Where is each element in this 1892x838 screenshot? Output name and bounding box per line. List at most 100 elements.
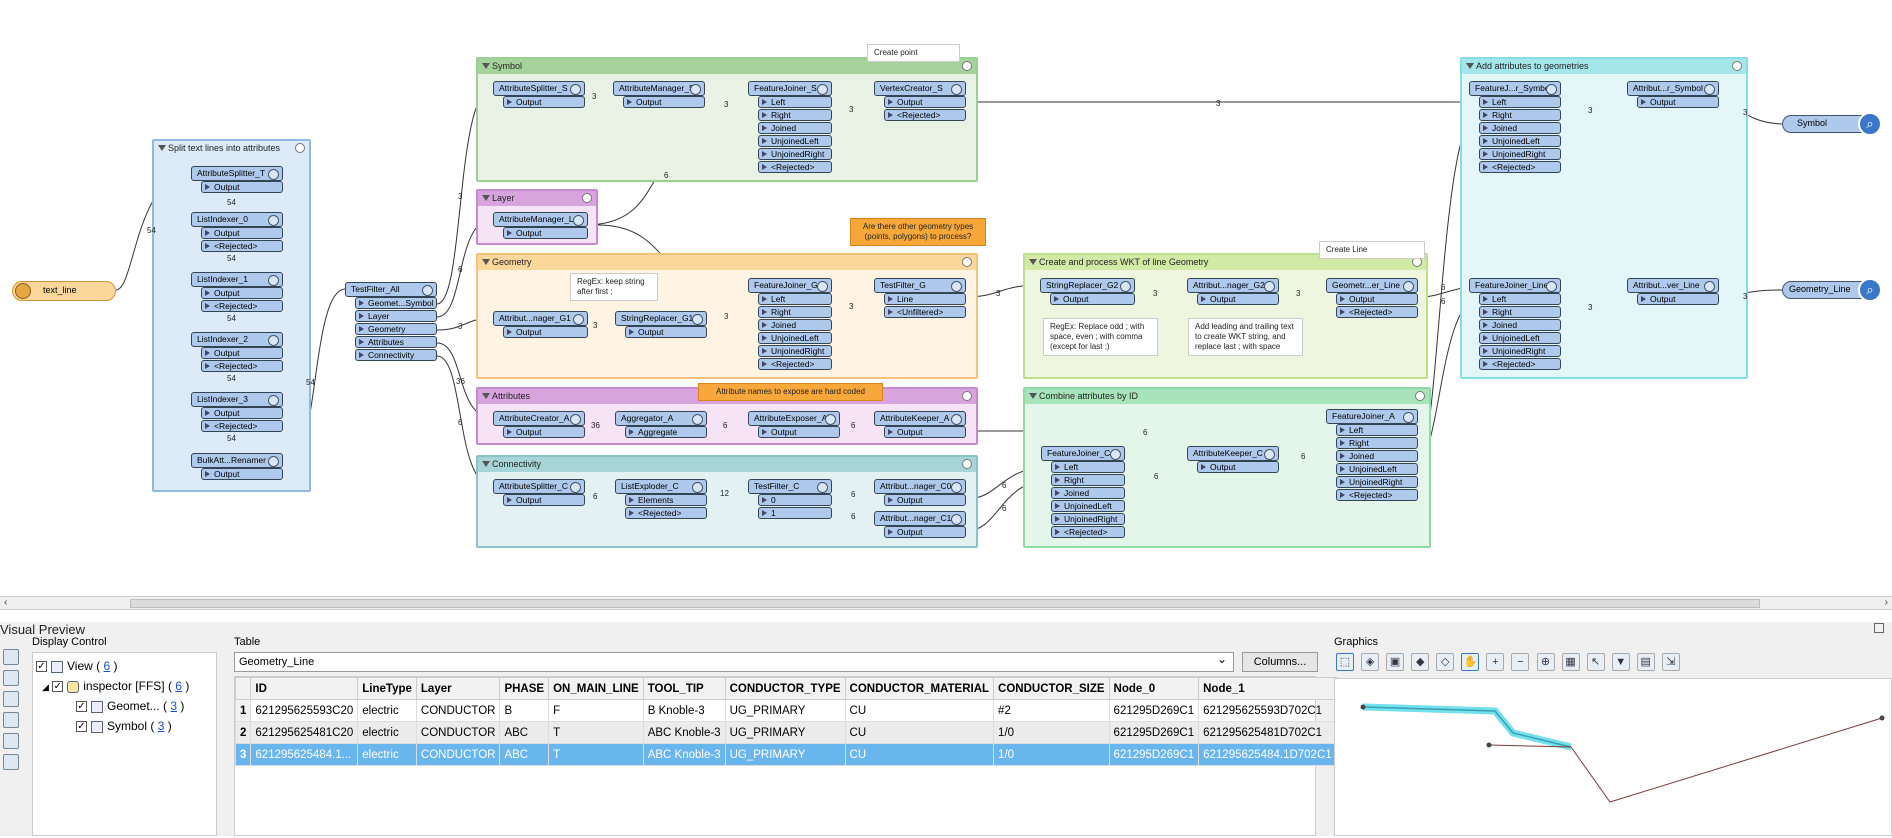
table-cell[interactable]: 621295D269C1: [1108, 699, 1200, 722]
transformer-stringreplacer-g2[interactable]: StringReplacer_G2 Output: [1040, 278, 1135, 306]
transformer-testfilter-all[interactable]: TestFilter_All Geomet...Symbol Layer Geo…: [345, 282, 437, 362]
table-cell[interactable]: 1/0: [993, 743, 1110, 766]
column-header[interactable]: Node_1: [1198, 677, 1337, 700]
column-header[interactable]: LineType: [357, 677, 417, 700]
transformer-attributemanager-c1[interactable]: Attribut...nager_C1 Output: [874, 511, 966, 539]
table-cell[interactable]: CU: [844, 743, 995, 766]
table-cell[interactable]: B Knoble-3: [642, 699, 726, 722]
reader-text-line[interactable]: text_line: [12, 281, 116, 301]
tree-item-inspector[interactable]: ◢ ✓ inspector [FFS] ( 6 ): [36, 676, 213, 696]
transformer-attributemanager-g2[interactable]: Attribut...nager_G2 Output: [1187, 278, 1279, 306]
checkbox[interactable]: ✓: [36, 661, 47, 673]
line-feature-highlight[interactable]: [1362, 703, 1572, 751]
graphics-view[interactable]: [1334, 678, 1892, 836]
table-cell[interactable]: CONDUCTOR: [415, 699, 501, 722]
note-other-geometry[interactable]: Are there other geometry types (points, …: [850, 218, 986, 246]
line-feature-3[interactable]: [1570, 717, 1883, 803]
transformer-listexploder-c[interactable]: ListExploder_C Elements <Rejected>: [615, 479, 707, 520]
column-header[interactable]: PHASE: [499, 677, 550, 700]
tree-item-view[interactable]: ✓ View ( 6 ): [36, 656, 213, 676]
transformer-listindexer-1[interactable]: ListIndexer_1 Output <Rejected>: [191, 272, 283, 313]
table-cell[interactable]: CONDUCTOR: [415, 721, 501, 744]
tree-item-symbol[interactable]: ✓ Symbol ( 3 ): [36, 716, 213, 736]
note-regex-keep[interactable]: RegEx: keep string after first ;: [570, 273, 658, 301]
checkbox[interactable]: ✓: [76, 701, 87, 713]
transformer-attributesplitter-t[interactable]: AttributeSplitter_T Output: [191, 166, 283, 194]
note-regex-replace[interactable]: RegEx: Replace odd ; with space, even ; …: [1043, 318, 1158, 356]
transformer-listindexer-0[interactable]: ListIndexer_0 Output <Rejected>: [191, 212, 283, 253]
canvas-horizontal-scrollbar[interactable]: ‹ ›: [0, 596, 1892, 610]
transformer-featurejoiner-g[interactable]: FeatureJoiner_G Left Right Joined Unjoin…: [748, 278, 832, 371]
transformer-featurejoiner-s[interactable]: FeatureJoiner_S Left Right Joined Unjoin…: [748, 81, 832, 174]
table-cell[interactable]: B: [499, 699, 550, 722]
collapse-icon[interactable]: ◢: [42, 682, 49, 692]
gear-icon[interactable]: [962, 61, 972, 71]
table-cell[interactable]: CONDUCTOR: [415, 743, 501, 766]
gear-icon[interactable]: [962, 459, 972, 469]
transformer-attributemanager-symbol[interactable]: Attribut...r_Symbol Output: [1627, 81, 1719, 109]
table-cell[interactable]: UG_PRIMARY: [724, 699, 846, 722]
table-cell[interactable]: ABC Knoble-3: [642, 743, 726, 766]
map-view-icon[interactable]: [3, 712, 19, 728]
table-view-icon[interactable]: [3, 670, 19, 686]
scroll-thumb[interactable]: [130, 599, 1760, 608]
transformer-vertexcreator-s[interactable]: VertexCreator_S Output <Rejected>: [874, 81, 966, 122]
transformer-listindexer-2[interactable]: ListIndexer_2 Output <Rejected>: [191, 332, 283, 373]
transformer-attributemanager-s[interactable]: AttributeManager_S Output: [613, 81, 705, 109]
inspect-icon[interactable]: ⌕: [1858, 112, 1882, 136]
table-cell[interactable]: ABC: [499, 721, 550, 744]
table-cell[interactable]: UG_PRIMARY: [724, 743, 846, 766]
table-cell[interactable]: ABC Knoble-3: [642, 721, 726, 744]
table-row[interactable]: 2 621295625481C20 electric CONDUCTOR ABC T ABC…: [234, 721, 1337, 744]
gear-icon[interactable]: [582, 193, 592, 203]
note-create-point[interactable]: Create point: [867, 44, 960, 62]
table-row[interactable]: 1 621295625593C20 electric CONDUCTOR B F B Kno…: [234, 699, 1337, 722]
transformer-testfilter-g[interactable]: TestFilter_G Line <Unfiltered>: [874, 278, 966, 319]
transformer-attributesplitter-c[interactable]: AttributeSplitter_C Output: [493, 479, 585, 507]
table-cell[interactable]: F: [548, 699, 644, 722]
gear-icon[interactable]: [962, 391, 972, 401]
column-header[interactable]: ON_MAIN_LINE: [548, 677, 644, 700]
filter-icon[interactable]: ▼: [1611, 653, 1630, 671]
gear-icon[interactable]: [1732, 61, 1742, 71]
inspect-tool-icon[interactable]: [3, 649, 19, 665]
select-arrow-icon[interactable]: ↖: [1586, 653, 1605, 671]
zoom-extent-icon[interactable]: ⊕: [1536, 653, 1555, 671]
gear-icon[interactable]: [295, 143, 305, 153]
checkbox[interactable]: ✓: [76, 721, 87, 733]
table-selector[interactable]: Geometry_Line: [234, 650, 1234, 672]
table-cell[interactable]: T: [548, 743, 644, 766]
writer-geometry-line[interactable]: Geometry_Line ⌕: [1782, 278, 1882, 302]
point-feature[interactable]: [1360, 704, 1366, 710]
data-table[interactable]: ID LineType Layer PHASE ON_MAIN_LINE TOOL_TIP…: [234, 676, 1337, 836]
table-row[interactable]: 3 621295625484.1... electric CONDUCTOR ABC T A…: [234, 743, 1337, 766]
undock-icon[interactable]: [1874, 623, 1884, 633]
checkbox[interactable]: ✓: [52, 681, 64, 693]
column-header[interactable]: Layer: [415, 677, 501, 700]
column-header[interactable]: CONDUCTOR_TYPE: [724, 677, 846, 700]
transformer-aggregator-a[interactable]: Aggregator_A Aggregate: [615, 411, 707, 439]
gear-icon[interactable]: [1415, 391, 1425, 401]
inspect-icon[interactable]: ⌕: [1858, 278, 1882, 302]
table-cell[interactable]: electric: [357, 699, 417, 722]
table-cell[interactable]: 621295625481D702C1: [1198, 721, 1337, 744]
measure-icon[interactable]: ◆: [1411, 653, 1430, 671]
table-cell[interactable]: #2: [993, 699, 1110, 722]
transformer-attributemanager-line[interactable]: Attribut...ver_Line Output: [1627, 278, 1719, 306]
transformer-featurejoiner-c[interactable]: FeatureJoiner_C Left Right Joined Unjoin…: [1041, 446, 1125, 539]
table-cell[interactable]: 621295D269C1: [1108, 743, 1200, 766]
row-number[interactable]: 1: [234, 699, 252, 722]
transformer-attributekeeper-c[interactable]: AttributeKeeper_C Output: [1187, 446, 1279, 474]
transformer-attributemanager-c0[interactable]: Attribut...nager_C0 Output: [874, 479, 966, 507]
table-cell[interactable]: CU: [844, 721, 995, 744]
writer-symbol[interactable]: Symbol ⌕: [1782, 112, 1882, 136]
tree-item-geometry[interactable]: ✓ Geomet... ( 3 ): [36, 696, 213, 716]
grid-view-icon[interactable]: [3, 691, 19, 707]
transformer-listindexer-3[interactable]: ListIndexer_3 Output <Rejected>: [191, 392, 283, 433]
identify-icon[interactable]: ▣: [1386, 653, 1405, 671]
transformer-attributesplitter-s[interactable]: AttributeSplitter_S Output: [493, 81, 585, 109]
column-header[interactable]: TOOL_TIP: [642, 677, 726, 700]
transformer-attributeexposer-a[interactable]: AttributeExposer_A Output: [748, 411, 840, 439]
point-feature[interactable]: [1486, 742, 1492, 748]
pan-hand-icon[interactable]: ✋: [1461, 653, 1480, 671]
